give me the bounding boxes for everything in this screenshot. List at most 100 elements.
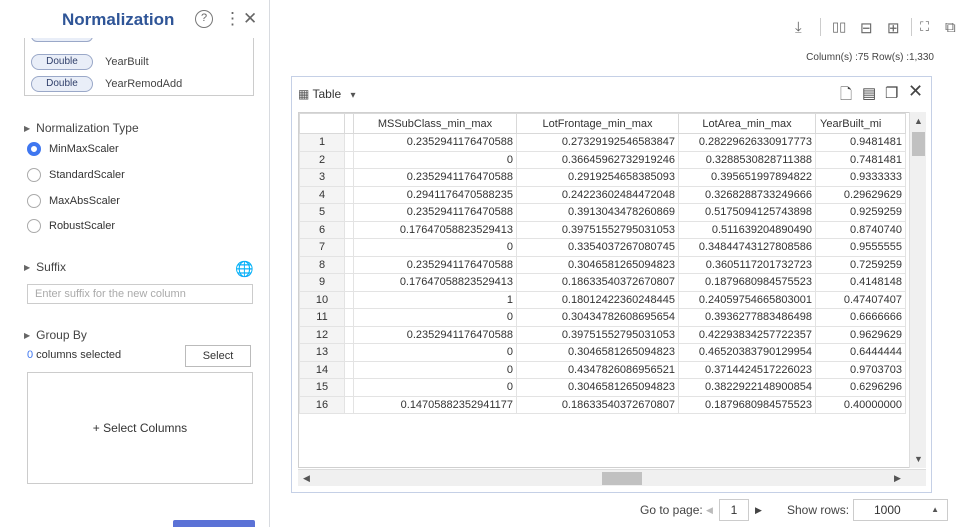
radio-button[interactable] bbox=[27, 142, 41, 156]
table-row[interactable]: 6 0.17647058823529413 0.39751552795031053 0… bbox=[299, 220, 906, 239]
table-row[interactable]: 16 0.14705882352941177 0.18633540372670807… bbox=[299, 395, 906, 414]
expand-icon[interactable]: ⛶ bbox=[920, 19, 929, 35]
table-cell[interactable]: 0.17647058823529413 bbox=[353, 220, 517, 239]
table-cell[interactable]: 0.18633540372670807 bbox=[516, 273, 679, 292]
table-cell[interactable]: 0 bbox=[353, 360, 517, 379]
table-cell[interactable]: 0.18012422360248445 bbox=[516, 290, 679, 309]
table-cell[interactable]: 0.3822922148900854 bbox=[678, 378, 816, 397]
table-cell[interactable]: 0.36645962732919246 bbox=[516, 150, 679, 169]
globe-icon[interactable]: 🌐 bbox=[235, 260, 254, 278]
table-cell[interactable]: 0.30434782608695654 bbox=[516, 308, 679, 327]
table-cell[interactable]: 0.3354037267080745 bbox=[516, 238, 679, 257]
table-cell[interactable]: 0.17647058823529413 bbox=[353, 273, 517, 292]
table-cell[interactable]: 0.7481481 bbox=[815, 150, 906, 169]
prev-page-icon[interactable]: ◀ bbox=[706, 505, 713, 516]
radio-maxabsscaler[interactable]: MaxAbsScaler bbox=[27, 193, 120, 209]
table-cell[interactable]: 0.14705882352941177 bbox=[353, 395, 517, 414]
table-row[interactable]: 4 0.2941176470588235 0.24223602484472048 0.… bbox=[299, 185, 906, 204]
scroll-down-icon[interactable]: ▼ bbox=[914, 454, 923, 464]
table-cell[interactable]: 0.3288530828711388 bbox=[678, 150, 816, 169]
table-cell[interactable]: 0.4347826086956521 bbox=[516, 360, 679, 379]
table-cell[interactable]: 0.3046581265094823 bbox=[516, 255, 679, 274]
table-cell[interactable]: 0.39751552795031053 bbox=[516, 325, 679, 344]
apply-button-partial[interactable] bbox=[173, 520, 255, 527]
table-title[interactable]: ▦ Table ▾ bbox=[298, 87, 356, 101]
more-options-icon[interactable]: ⋮ bbox=[224, 9, 241, 29]
table-cell[interactable]: 0.27329192546583847 bbox=[516, 133, 679, 152]
table-cell[interactable]: 0.24059754665803001 bbox=[678, 290, 816, 309]
table-cell[interactable]: 0.2352941176470588 bbox=[353, 133, 517, 152]
copy-icon[interactable]: ❐ bbox=[885, 84, 898, 102]
table-cell[interactable]: 0.1879680984575523 bbox=[678, 395, 816, 414]
table-cell[interactable]: 0 bbox=[353, 378, 517, 397]
table-cell[interactable]: 0.6444444 bbox=[815, 343, 906, 362]
table-cell[interactable]: 0.2352941176470588 bbox=[353, 325, 517, 344]
radio-button[interactable] bbox=[27, 219, 41, 233]
table-row[interactable]: 13 0 0.3046581265094823 0.46520383790129954… bbox=[299, 343, 906, 362]
table-cell[interactable]: 0.47407407 bbox=[815, 290, 906, 309]
chevron-down-icon[interactable]: ▾ bbox=[351, 90, 356, 101]
table-row[interactable]: 15 0 0.3046581265094823 0.3822922148900854 0… bbox=[299, 378, 906, 397]
table-cell[interactable]: 0.3046581265094823 bbox=[516, 343, 679, 362]
table-row[interactable]: 5 0.2352941176470588 0.3913043478260869 0.5… bbox=[299, 203, 906, 222]
table-cell[interactable]: 0 bbox=[353, 150, 517, 169]
table-row[interactable]: 1 0.2352941176470588 0.27329192546583847 0.… bbox=[299, 133, 906, 152]
table-cell[interactable]: 0.511639204890490 bbox=[678, 220, 816, 239]
scroll-right-icon[interactable]: ▶ bbox=[894, 473, 901, 484]
table-cell[interactable]: 0.2352941176470588 bbox=[353, 255, 517, 274]
table-cell[interactable]: 0.29629629 bbox=[815, 185, 906, 204]
table-cell[interactable]: 0.6296296 bbox=[815, 378, 906, 397]
table-cell[interactable]: 0.3268288733249666 bbox=[678, 185, 816, 204]
horizontal-scrollbar[interactable]: ◀ ▶ bbox=[298, 469, 926, 486]
table-cell[interactable]: 0.3936277883486498 bbox=[678, 308, 816, 327]
close-icon[interactable]: ✕ bbox=[908, 81, 923, 102]
help-icon[interactable]: ? bbox=[195, 10, 213, 28]
split-columns-icon[interactable]: ▯▯ bbox=[832, 19, 846, 35]
radio-minmaxscaler[interactable]: MinMaxScaler bbox=[27, 141, 119, 157]
table-cell[interactable]: 1 bbox=[353, 290, 517, 309]
scroll-thumb[interactable] bbox=[602, 472, 642, 485]
table-row[interactable]: 10 1 0.18012422360248445 0.2405975466580300… bbox=[299, 290, 906, 309]
radio-button[interactable] bbox=[27, 168, 41, 182]
open-new-icon[interactable]: ⧉ bbox=[945, 19, 956, 36]
table-cell[interactable]: 0.28229626330917773 bbox=[678, 133, 816, 152]
select-columns-area[interactable]: + Select Columns bbox=[27, 372, 253, 484]
column-item[interactable]: Double YearRemodAdd bbox=[31, 75, 182, 93]
table-row[interactable]: 8 0.2352941176470588 0.3046581265094823 0.3… bbox=[299, 255, 906, 274]
table-cell[interactable]: 0.9259259 bbox=[815, 203, 906, 222]
scroll-left-icon[interactable]: ◀ bbox=[303, 473, 310, 484]
column-header[interactable]: LotArea_min_max bbox=[678, 113, 816, 134]
table-row[interactable]: 9 0.17647058823529413 0.18633540372670807 0… bbox=[299, 273, 906, 292]
table-row[interactable]: 14 0 0.4347826086956521 0.3714424517226023 0… bbox=[299, 360, 906, 379]
table-cell[interactable]: 0.9555555 bbox=[815, 238, 906, 257]
table-cell[interactable]: 0.2941176470588235 bbox=[353, 185, 517, 204]
table-cell[interactable]: 0.3714424517226023 bbox=[678, 360, 816, 379]
table-cell[interactable]: 0.395651997894822 bbox=[678, 168, 816, 187]
table-cell[interactable]: 0.40000000 bbox=[815, 395, 906, 414]
column-header[interactable]: LotFrontage_min_max bbox=[516, 113, 679, 134]
table-cell[interactable]: 0.9333333 bbox=[815, 168, 906, 187]
table-cell[interactable]: 0 bbox=[353, 238, 517, 257]
scroll-up-icon[interactable]: ▲ bbox=[914, 116, 923, 126]
suffix-input[interactable]: Enter suffix for the new column bbox=[27, 284, 253, 304]
table-cell[interactable]: 0.39751552795031053 bbox=[516, 220, 679, 239]
table-cell[interactable]: 0.6666666 bbox=[815, 308, 906, 327]
table-cell[interactable]: 0.5175094125743898 bbox=[678, 203, 816, 222]
radio-standardscaler[interactable]: StandardScaler bbox=[27, 167, 125, 183]
table-cell[interactable]: 0.18633540372670807 bbox=[516, 395, 679, 414]
table-cell[interactable]: 0.8740740 bbox=[815, 220, 906, 239]
table-cell[interactable]: 0.3913043478260869 bbox=[516, 203, 679, 222]
radio-robustscaler[interactable]: RobustScaler bbox=[27, 218, 115, 234]
table-row[interactable]: 11 0 0.30434782608695654 0.3936277883486498… bbox=[299, 308, 906, 327]
table-row[interactable]: 7 0 0.3354037267080745 0.34844743127808586 0… bbox=[299, 238, 906, 257]
suffix-section[interactable]: ▶ Suffix bbox=[24, 260, 66, 274]
table-cell[interactable]: 0.2919254658385093 bbox=[516, 168, 679, 187]
calculator-icon[interactable]: ▤ bbox=[862, 84, 876, 102]
table-row[interactable]: 12 0.2352941176470588 0.39751552795031053 0… bbox=[299, 325, 906, 344]
table-row[interactable]: 2 0 0.36645962732919246 0.3288530828711388 0… bbox=[299, 150, 906, 169]
group-by-section[interactable]: ▶ Group By bbox=[24, 328, 87, 342]
table-cell[interactable]: 0.42293834257722357 bbox=[678, 325, 816, 344]
table-cell[interactable]: 0.9629629 bbox=[815, 325, 906, 344]
table-cell[interactable]: 0.3046581265094823 bbox=[516, 378, 679, 397]
table-cell[interactable]: 0.9703703 bbox=[815, 360, 906, 379]
